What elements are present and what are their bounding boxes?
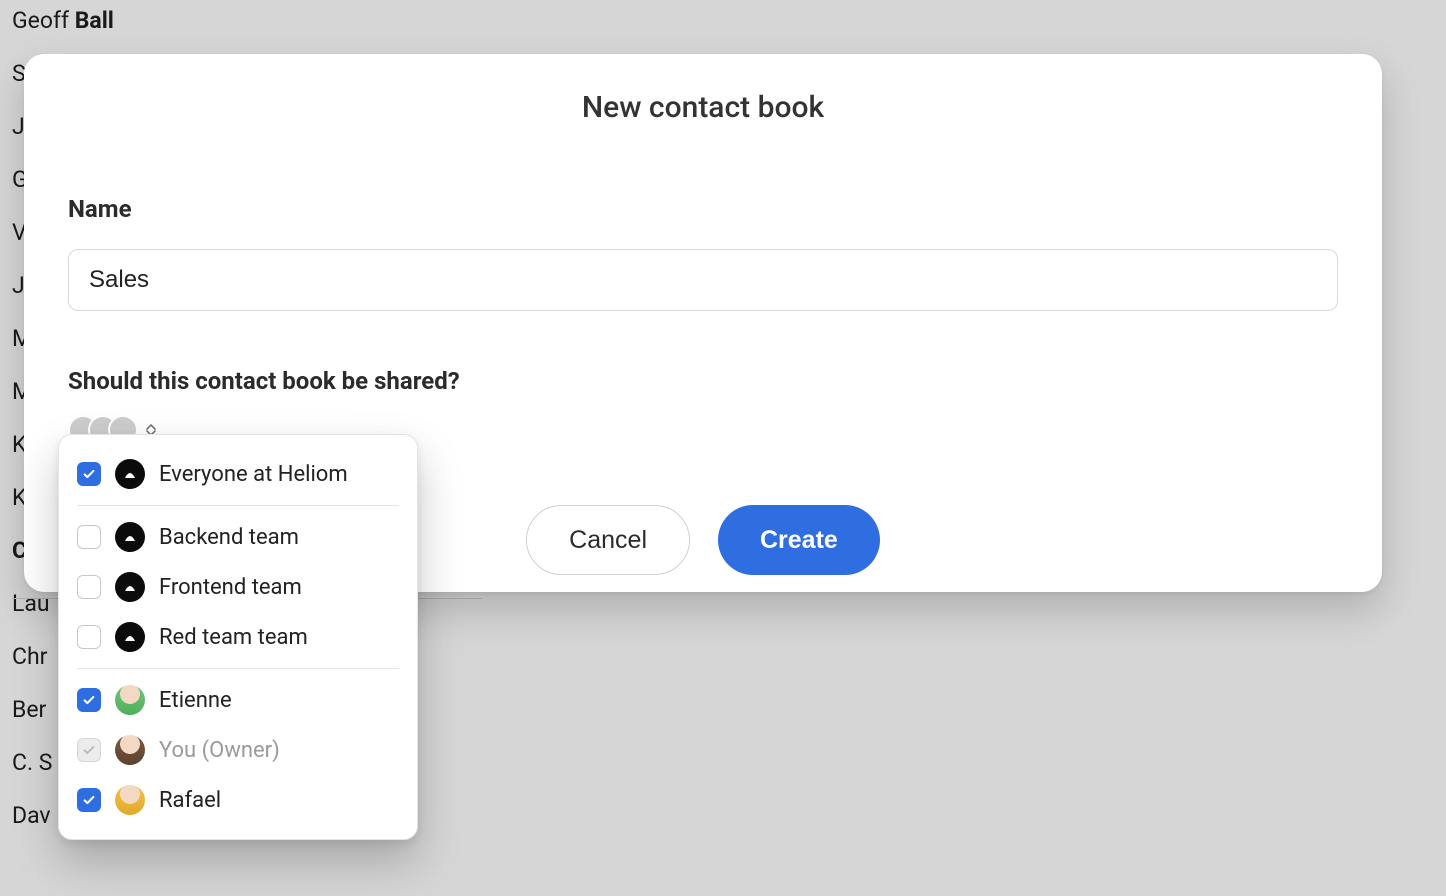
share-option-label: Red team team <box>159 625 308 650</box>
share-option-label: You (Owner) <box>159 738 280 763</box>
name-label: Name <box>68 195 1338 223</box>
share-option-frontend[interactable]: Frontend team <box>69 562 407 612</box>
name-input[interactable] <box>68 249 1338 311</box>
share-option-you: You (Owner) <box>69 725 407 775</box>
share-label: Should this contact book be shared? <box>68 367 1338 395</box>
team-icon <box>115 572 145 602</box>
share-option-redteam[interactable]: Red team team <box>69 612 407 662</box>
share-option-everyone[interactable]: Everyone at Heliom <box>69 449 407 499</box>
checkbox[interactable] <box>77 525 101 549</box>
share-option-label: Etienne <box>159 688 232 713</box>
share-dropdown: Everyone at Heliom Backend team Frontend… <box>58 434 418 840</box>
share-option-label: Rafael <box>159 788 221 813</box>
avatar <box>115 735 145 765</box>
app-background: Geoff Ball S J G V J M M K K C Lau Chr B… <box>0 0 1446 896</box>
share-option-backend[interactable]: Backend team <box>69 512 407 562</box>
checkbox[interactable] <box>77 788 101 812</box>
share-option-etienne[interactable]: Etienne <box>69 675 407 725</box>
create-button[interactable]: Create <box>718 505 880 575</box>
divider <box>77 505 399 506</box>
checkbox[interactable] <box>77 625 101 649</box>
team-icon <box>115 522 145 552</box>
checkbox[interactable] <box>77 462 101 486</box>
share-option-label: Frontend team <box>159 575 302 600</box>
team-icon <box>115 622 145 652</box>
checkbox <box>77 738 101 762</box>
modal-overlay: New contact book Name Should this contac… <box>0 0 1446 896</box>
modal-title: New contact book <box>68 90 1338 125</box>
checkbox[interactable] <box>77 575 101 599</box>
share-option-rafael[interactable]: Rafael <box>69 775 407 825</box>
checkbox[interactable] <box>77 688 101 712</box>
avatar <box>115 785 145 815</box>
avatar <box>115 685 145 715</box>
share-option-label: Backend team <box>159 525 299 550</box>
cancel-button[interactable]: Cancel <box>526 505 690 575</box>
team-icon <box>115 459 145 489</box>
divider <box>77 668 399 669</box>
share-option-label: Everyone at Heliom <box>159 462 348 487</box>
